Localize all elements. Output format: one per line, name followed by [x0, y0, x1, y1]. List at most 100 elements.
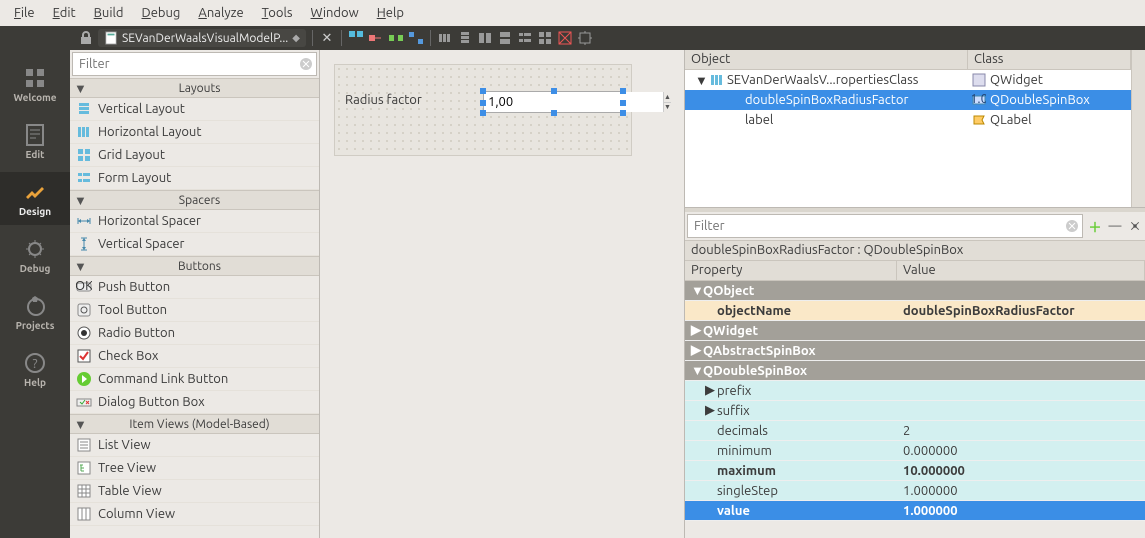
property-row[interactable]: ▶QWidget	[685, 321, 1145, 341]
menu-file[interactable]: File	[6, 3, 43, 23]
add-property-icon[interactable]: ＋	[1085, 216, 1105, 236]
property-row[interactable]: value1.000000	[685, 501, 1145, 521]
widget-item[interactable]: Horizontal Spacer	[70, 210, 319, 233]
mode-welcome[interactable]: Welcome	[0, 58, 70, 111]
widget-section-header[interactable]: ▼Item Views (Model-Based)	[70, 414, 319, 434]
designer-toolbar: SEVanDerWaalsVisualModelP... ◆ ✕	[0, 26, 1145, 50]
lock-icon[interactable]	[78, 30, 94, 46]
document-selector[interactable]: SEVanDerWaalsVisualModelP... ◆	[98, 29, 306, 47]
radius-factor-spinbox[interactable]: ▲ ▼	[483, 91, 623, 113]
widget-item[interactable]: Command Link Button	[70, 368, 319, 391]
layout-adjust-icon[interactable]	[577, 30, 593, 46]
widget-item[interactable]: Horizontal Layout	[70, 121, 319, 144]
widget-item[interactable]: List View	[70, 434, 319, 457]
property-row[interactable]: singleStep1.000000	[685, 481, 1145, 501]
widget-item[interactable]: Tree View	[70, 457, 319, 480]
property-header-property[interactable]: Property	[685, 261, 897, 280]
form-widget[interactable]: Radius factor ▲ ▼	[334, 64, 632, 156]
property-row[interactable]: decimals2	[685, 421, 1145, 441]
menu-build[interactable]: Build	[86, 3, 132, 23]
tool-edit-widgets-icon[interactable]	[348, 30, 364, 46]
widget-item[interactable]: Grid Layout	[70, 144, 319, 167]
layout-form-icon[interactable]	[517, 30, 533, 46]
spinbox-input[interactable]	[484, 92, 663, 112]
layout-h-icon[interactable]	[437, 30, 453, 46]
layout-break-icon[interactable]	[557, 30, 573, 46]
property-value[interactable]: 1.000000	[897, 484, 1145, 498]
object-row[interactable]: labelQLabel	[685, 110, 1131, 130]
property-value[interactable]: doubleSpinBoxRadiusFactor	[897, 304, 1145, 318]
tool-taborder-icon[interactable]	[408, 30, 424, 46]
widget-icon	[76, 483, 92, 499]
mode-design[interactable]: Design	[0, 172, 70, 225]
object-row[interactable]: ▼SEVanDerWaalsV...ropertiesClassQWidget	[685, 70, 1131, 90]
widget-item[interactable]: Check Box	[70, 345, 319, 368]
property-row[interactable]: ▼QDoubleSpinBox	[685, 361, 1145, 381]
remove-property-icon[interactable]: —	[1105, 216, 1125, 236]
widget-icon	[76, 213, 92, 229]
spin-up-icon[interactable]: ▲	[664, 92, 671, 103]
property-header-value[interactable]: Value	[897, 261, 1145, 280]
property-value[interactable]: 10.000000	[897, 464, 1145, 478]
object-inspector-header: Object Class	[685, 50, 1131, 70]
property-row[interactable]: objectNamedoubleSpinBoxRadiusFactor	[685, 301, 1145, 321]
widget-filter[interactable]	[72, 52, 317, 76]
menu-tools[interactable]: Tools	[254, 3, 301, 23]
clear-icon[interactable]	[298, 56, 314, 72]
widget-item[interactable]: Tool Button	[70, 299, 319, 322]
menu-window[interactable]: Window	[303, 3, 367, 23]
object-header-class[interactable]: Class	[968, 50, 1131, 69]
spin-down-icon[interactable]: ▼	[664, 103, 671, 113]
widget-item[interactable]: Dialog Button Box	[70, 391, 319, 414]
close-icon[interactable]: ✕	[319, 30, 335, 46]
menu-analyze[interactable]: Analyze	[190, 3, 251, 23]
layout-hsplit-icon[interactable]	[477, 30, 493, 46]
menu-edit[interactable]: Edit	[45, 3, 84, 23]
property-group-name: QWidget	[703, 324, 758, 338]
menubar: File Edit Build Debug Analyze Tools Wind…	[0, 0, 1145, 26]
layout-grid-icon[interactable]	[537, 30, 553, 46]
property-value[interactable]: 1.000000	[897, 504, 1145, 518]
clear-icon[interactable]	[1064, 218, 1080, 234]
object-row[interactable]: doubleSpinBoxRadiusFactor1.0QDoubleSpinB…	[685, 90, 1131, 110]
menu-debug[interactable]: Debug	[134, 3, 189, 23]
tool-signals-icon[interactable]	[368, 30, 384, 46]
form-label[interactable]: Radius factor	[345, 93, 422, 107]
widget-item[interactable]: Form Layout	[70, 167, 319, 190]
widget-item[interactable]: Vertical Spacer	[70, 233, 319, 256]
widget-item[interactable]: Vertical Layout	[70, 98, 319, 121]
property-row[interactable]: ▶QAbstractSpinBox	[685, 341, 1145, 361]
object-header-object[interactable]: Object	[685, 50, 968, 69]
mode-projects[interactable]: Projects	[0, 286, 70, 339]
property-value[interactable]: 2	[897, 424, 1145, 438]
layout-v-icon[interactable]	[457, 30, 473, 46]
widget-filter-input[interactable]	[73, 57, 298, 71]
object-name: doubleSpinBoxRadiusFactor	[745, 93, 908, 107]
scrollbar[interactable]	[1131, 50, 1145, 207]
class-name: QWidget	[990, 73, 1043, 87]
menu-help[interactable]: Help	[369, 3, 412, 23]
widget-item[interactable]: Column View	[70, 503, 319, 526]
mode-edit[interactable]: Edit	[0, 115, 70, 168]
widget-section-header[interactable]: ▼Spacers	[70, 190, 319, 210]
widget-section-header[interactable]: ▼Buttons	[70, 256, 319, 276]
property-menu-icon[interactable]	[1125, 216, 1145, 236]
property-value[interactable]: 0.000000	[897, 444, 1145, 458]
property-row[interactable]: maximum10.000000	[685, 461, 1145, 481]
mode-debug[interactable]: Debug	[0, 229, 70, 282]
property-row[interactable]: ▼QObject	[685, 281, 1145, 301]
property-row[interactable]: ▶suffix	[685, 401, 1145, 421]
property-filter-input[interactable]	[688, 219, 1064, 233]
property-filter[interactable]	[687, 214, 1083, 238]
widget-item[interactable]: Table View	[70, 480, 319, 503]
property-row[interactable]: minimum0.000000	[685, 441, 1145, 461]
property-row[interactable]: ▶prefix	[685, 381, 1145, 401]
form-canvas[interactable]: Radius factor ▲ ▼	[320, 50, 685, 538]
layout-vsplit-icon[interactable]	[497, 30, 513, 46]
widget-label: Push Button	[98, 280, 170, 294]
mode-help[interactable]: ? Help	[0, 343, 70, 396]
widget-section-header[interactable]: ▼Layouts	[70, 78, 319, 98]
widget-item[interactable]: OKPush Button	[70, 276, 319, 299]
tool-buddies-icon[interactable]	[388, 30, 404, 46]
widget-item[interactable]: Radio Button	[70, 322, 319, 345]
